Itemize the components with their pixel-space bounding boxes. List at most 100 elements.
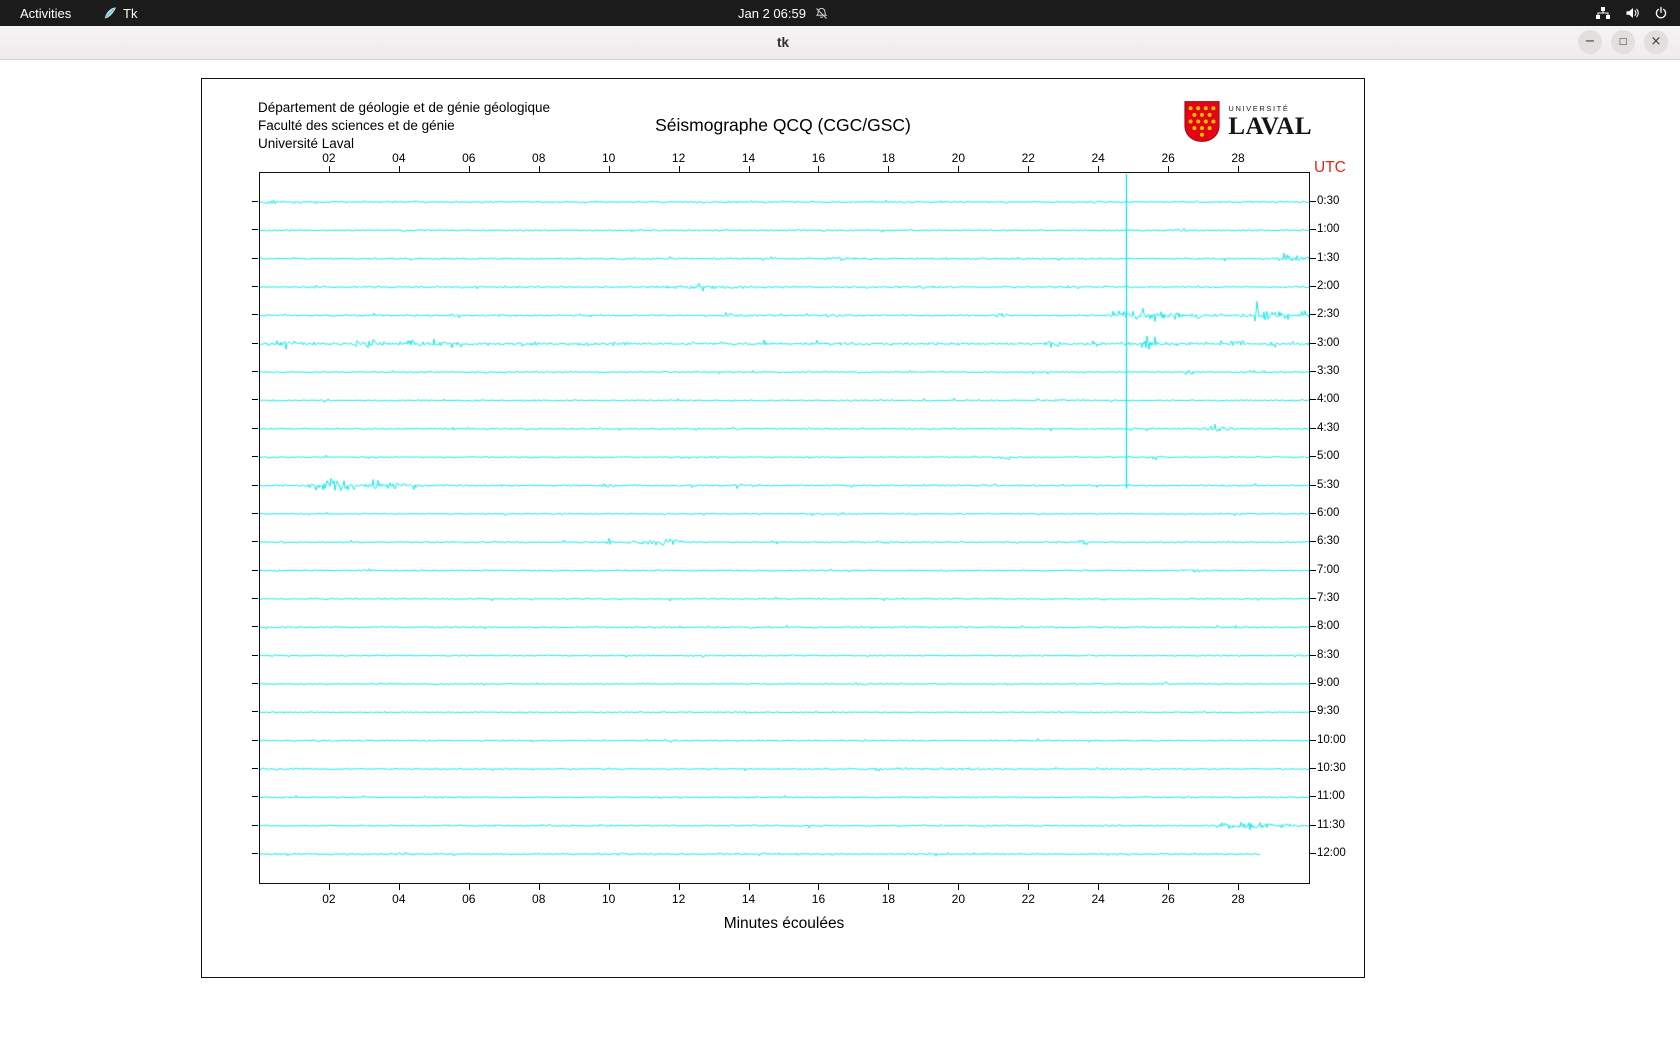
row-tick-right [1310,654,1316,656]
x-tick-label-bottom: 18 [881,892,896,906]
utc-time-label: 8:30 [1317,648,1340,661]
row-tick-right [1310,399,1316,401]
row-tick-right [1310,739,1316,741]
row-tick-left [252,484,258,486]
x-tick-bottom [328,884,330,890]
row-tick-right [1310,257,1316,259]
x-tick-label-top: 20 [951,151,965,165]
row-tick-right [1310,626,1316,628]
row-tick-left [252,371,258,373]
row-tick-left [252,853,258,855]
x-tick-label-bottom: 14 [741,892,756,906]
universite-laval-logo: UNIVERSITÉ LAVAL [1183,99,1312,149]
utc-time-label: 3:00 [1317,336,1340,349]
laval-shield-icon [1183,99,1221,149]
row-tick-right [1310,569,1316,571]
x-tick-label-top: 04 [392,151,406,165]
row-tick-right [1310,229,1316,231]
x-tick-bottom [468,884,470,890]
clock-button[interactable]: Jan 2 06:59 [738,6,828,21]
row-tick-right [1310,711,1316,713]
row-tick-left [252,654,258,656]
row-tick-left [252,768,258,769]
row-tick-left [252,399,258,401]
window-titlebar: tk − □ × [0,26,1680,60]
utc-time-label: 7:30 [1317,591,1340,604]
utc-time-label: 2:00 [1317,280,1340,293]
row-tick-left [252,201,258,202]
x-tick-top [888,166,890,172]
utc-time-label: 2:30 [1317,308,1340,321]
laval-wordmark-big: LAVAL [1228,113,1312,140]
x-tick-top [818,166,820,172]
x-tick-label-bottom: 04 [392,892,406,906]
utc-time-label: 1:00 [1317,223,1340,236]
clock-label: Jan 2 06:59 [738,5,806,21]
seismogram-canvas [260,173,1309,883]
row-tick-right [1310,512,1316,514]
x-tick-label-top: 26 [1161,151,1175,165]
row-tick-left [252,796,258,798]
x-tick-label-bottom: 12 [671,892,686,906]
close-button[interactable]: × [1644,30,1668,54]
window-title: tk [776,35,790,50]
x-tick-label-top: 12 [671,151,686,165]
utc-time-label: 6:30 [1317,535,1340,548]
x-tick-label-top: 08 [532,151,546,165]
x-tick-label-bottom: 06 [462,892,476,906]
row-tick-right [1310,314,1316,316]
row-tick-right [1310,286,1316,288]
utc-time-label: 3:30 [1317,365,1340,378]
x-tick-label-bottom: 10 [601,892,616,906]
row-tick-left [252,229,258,231]
app-menu[interactable]: Tk [103,6,137,21]
row-tick-right [1310,768,1316,769]
utc-time-label: 11:30 [1317,818,1345,831]
row-tick-left [252,512,258,514]
x-tick-label-bottom: 26 [1161,892,1175,906]
utc-time-label: 4:00 [1317,393,1340,406]
row-tick-left [252,824,258,826]
x-tick-label-top: 02 [322,151,336,165]
x-axis-title: Minutes écoulées [723,915,845,932]
x-tick-label-bottom: 16 [811,892,826,906]
x-tick-label-bottom: 02 [322,892,336,906]
row-tick-left [252,569,258,571]
row-tick-right [1310,853,1316,855]
utc-time-label: 1:30 [1317,251,1340,264]
x-tick-top [1098,166,1100,172]
utc-time-label: 7:00 [1317,563,1340,576]
row-tick-right [1310,456,1316,458]
utc-time-label: 11:00 [1317,790,1345,803]
utc-time-label: 0:30 [1317,195,1340,207]
app-menu-label: Tk [123,5,138,21]
x-tick-top [538,166,540,172]
x-tick-label-top: 06 [462,151,476,165]
x-tick-bottom [958,884,960,890]
utc-time-label: 10:30 [1317,762,1346,774]
utc-time-label: 8:00 [1317,620,1340,633]
x-tick-label-bottom: 28 [1231,892,1245,906]
row-tick-left [252,597,258,599]
row-tick-right [1310,597,1316,599]
row-tick-left [252,626,258,628]
system-tray[interactable] [1595,6,1668,20]
row-tick-right [1310,682,1316,684]
x-tick-top [1168,166,1170,172]
x-tick-top [328,166,330,172]
maximize-button[interactable]: □ [1611,30,1635,54]
row-tick-right [1310,796,1316,798]
utc-time-label: 4:30 [1317,421,1340,434]
x-tick-bottom [888,884,890,890]
x-tick-label-bottom: 08 [532,892,546,906]
minimize-button[interactable]: − [1578,30,1602,54]
x-tick-top [958,166,960,172]
x-tick-label-top: 10 [601,151,616,165]
row-tick-left [252,427,258,429]
x-tick-label-top: 24 [1091,151,1105,165]
x-tick-top [678,166,680,172]
row-tick-left [252,682,258,684]
row-tick-right [1310,824,1316,826]
activities-button[interactable]: Activities [14,6,77,21]
notifications-muted-icon [815,7,828,20]
